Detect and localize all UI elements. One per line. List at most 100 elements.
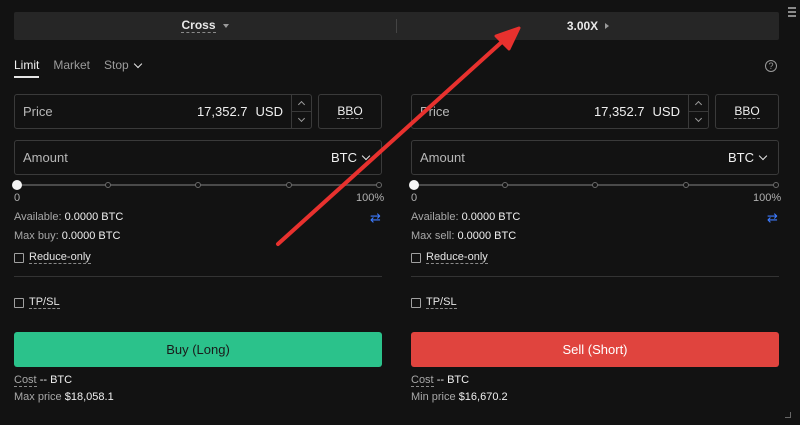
sell-price-stepper (688, 95, 708, 128)
slider-step-100[interactable] (773, 182, 779, 188)
help-icon[interactable]: ? (765, 60, 777, 72)
tab-limit[interactable]: Limit (14, 58, 40, 78)
slider-step-75[interactable] (682, 182, 689, 188)
sell-panel: Price 17,352.7 USD BBO Amount BTC 0 100%… (409, 94, 782, 414)
buy-panel: Price 17,352.7 USD BBO Amount BTC 0 100%… (12, 94, 385, 414)
tab-market[interactable]: Market (53, 58, 90, 78)
reduce-only-label: Reduce-only (29, 251, 91, 264)
buy-price-unit: USD (255, 104, 283, 119)
checkbox[interactable] (411, 297, 421, 308)
margin-mode-select[interactable]: Cross (14, 12, 396, 40)
sell-price-decrement-button[interactable] (689, 111, 708, 128)
max-buy-value: 0.0000 BTC (61, 230, 121, 242)
buy-cost: Cost -- BTC (14, 374, 73, 387)
buy-price-value: 17,352.7 (196, 104, 248, 119)
buy-long-button[interactable]: Buy (Long) (14, 332, 382, 367)
arrow-down-icon (297, 114, 306, 123)
slider-step-50[interactable] (195, 182, 201, 188)
buy-price-increment-button[interactable] (292, 95, 311, 111)
leverage-label: 3.00X (566, 19, 599, 33)
slider-step-75[interactable] (285, 182, 292, 188)
slider-max-label: 100% (356, 192, 385, 204)
caret-down-icon (222, 24, 229, 28)
sell-short-button[interactable]: Sell (Short) (411, 332, 779, 367)
buy-price-placeholder: Price (23, 104, 53, 119)
slider-max-label: 100% (753, 192, 782, 204)
buy-tpsl-checkbox[interactable]: TP/SL (14, 296, 60, 309)
available-label: Available: (411, 211, 459, 223)
available-value: 0.0000 BTC (64, 211, 124, 223)
chevron-down-icon[interactable] (758, 151, 768, 161)
sell-min-price: Min price $16,670.2 (411, 391, 508, 403)
tpsl-label: TP/SL (29, 296, 60, 309)
checkbox[interactable] (14, 252, 24, 263)
arrow-up-icon (694, 100, 703, 109)
order-type-tabs: Limit Market Stop (14, 58, 142, 78)
buy-amount-unit: BTC (331, 150, 357, 165)
margin-bar: Cross 3.00X (14, 12, 779, 40)
available-label: Available: (14, 211, 62, 223)
sell-cost: Cost -- BTC (411, 374, 470, 387)
sell-price-placeholder: Price (420, 104, 450, 119)
buy-bbo-button[interactable]: BBO (318, 94, 382, 129)
slider-thumb[interactable] (409, 180, 419, 190)
available-value: 0.0000 BTC (461, 211, 521, 223)
slider-min-label: 0 (14, 192, 21, 204)
buy-price-decrement-button[interactable] (292, 111, 311, 128)
sell-price-unit: USD (652, 104, 680, 119)
slider-min-label: 0 (411, 192, 418, 204)
sell-available: Available: 0.0000 BTC (411, 211, 520, 223)
min-price-label: Min price (411, 391, 456, 403)
buy-available: Available: 0.0000 BTC (14, 211, 123, 223)
leverage-select[interactable]: 3.00X (397, 12, 779, 40)
buy-amount-placeholder: Amount (23, 150, 68, 165)
cost-value: -- BTC (39, 374, 73, 386)
checkbox[interactable] (14, 297, 24, 308)
buy-reduce-only-checkbox[interactable]: Reduce-only (14, 251, 91, 264)
sell-price-increment-button[interactable] (689, 95, 708, 111)
slider-step-25[interactable] (501, 182, 508, 188)
cost-label: Cost (411, 374, 434, 387)
scroll-handle[interactable] (788, 7, 796, 19)
chevron-down-icon[interactable] (361, 151, 371, 161)
divider (411, 276, 779, 277)
sell-amount-input[interactable]: Amount BTC (411, 140, 779, 175)
resize-handle[interactable] (785, 412, 791, 418)
checkbox[interactable] (411, 252, 421, 263)
swap-icon[interactable]: ⇄ (767, 210, 778, 226)
slider-step-25[interactable] (104, 182, 111, 188)
buy-price-input[interactable]: Price 17,352.7 USD (14, 94, 312, 129)
max-buy-label: Max buy: (14, 230, 59, 242)
sell-price-input[interactable]: Price 17,352.7 USD (411, 94, 709, 129)
max-price-label: Max price (14, 391, 62, 403)
caret-right-icon (605, 23, 610, 29)
slider-thumb[interactable] (12, 180, 22, 190)
slider-step-50[interactable] (592, 182, 598, 188)
slider-step-100[interactable] (376, 182, 382, 188)
divider (14, 276, 382, 277)
buy-price-stepper (291, 95, 311, 128)
buy-max: Max buy: 0.0000 BTC (14, 230, 120, 242)
buy-amount-slider[interactable] (12, 180, 382, 190)
arrow-up-icon (297, 100, 306, 109)
arrow-down-icon (694, 114, 703, 123)
min-price-value: $16,670.2 (458, 391, 508, 403)
cost-label: Cost (14, 374, 37, 387)
sell-amount-unit: BTC (728, 150, 754, 165)
swap-icon[interactable]: ⇄ (370, 210, 381, 226)
tab-stop-label: Stop (104, 58, 129, 72)
margin-mode-label: Cross (181, 18, 216, 33)
cost-value: -- BTC (436, 374, 470, 386)
tab-stop[interactable]: Stop (104, 58, 142, 78)
max-sell-label: Max sell: (411, 230, 455, 242)
chevron-down-icon (133, 59, 142, 68)
sell-reduce-only-checkbox[interactable]: Reduce-only (411, 251, 488, 264)
buy-amount-input[interactable]: Amount BTC (14, 140, 382, 175)
reduce-only-label: Reduce-only (426, 251, 488, 264)
sell-max: Max sell: 0.0000 BTC (411, 230, 516, 242)
sell-bbo-button[interactable]: BBO (715, 94, 779, 129)
buy-bbo-label: BBO (337, 103, 363, 119)
sell-tpsl-checkbox[interactable]: TP/SL (411, 296, 457, 309)
buy-max-price: Max price $18,058.1 (14, 391, 114, 403)
sell-amount-slider[interactable] (409, 180, 779, 190)
